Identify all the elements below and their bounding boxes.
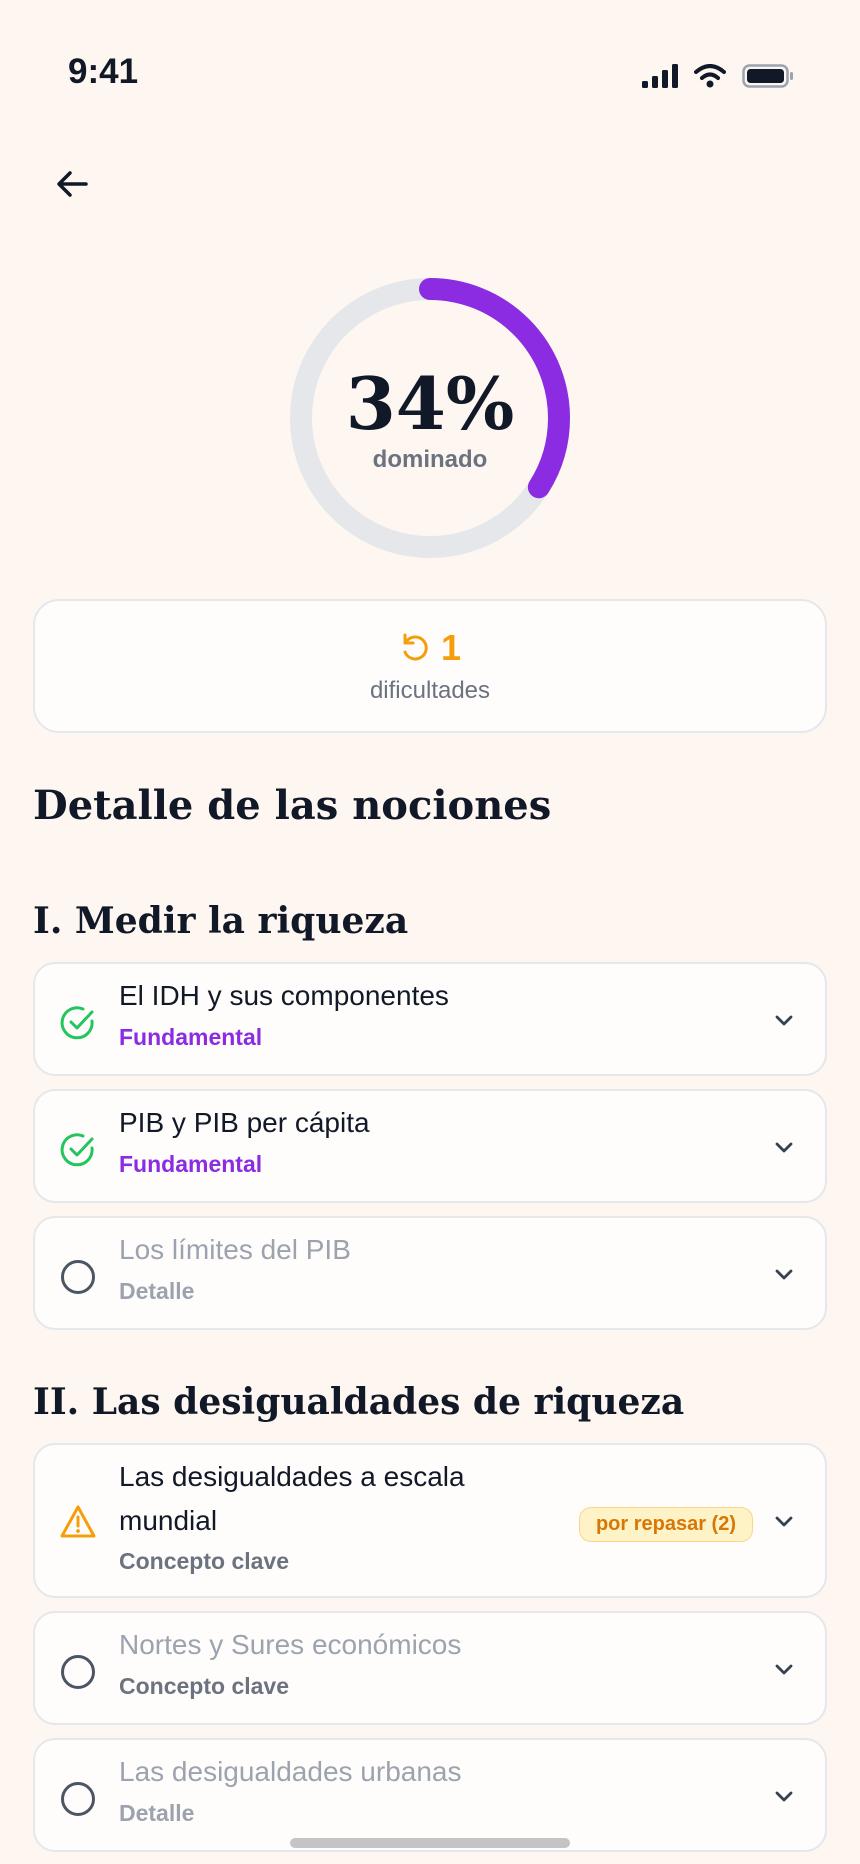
wifi-icon — [694, 64, 726, 88]
arrow-left-icon — [57, 171, 88, 197]
status-time: 9:41 — [68, 52, 139, 91]
status-bar: 9:41 — [0, 0, 860, 130]
signal-icon — [642, 64, 678, 88]
difficulties-card: 1 dificultades — [33, 599, 827, 733]
notion-item-desigualdades-urbanas[interactable]: Las desigualdades urbanas Detalle — [33, 1738, 827, 1852]
notion-tag: Concepto clave — [119, 1548, 289, 1574]
difficulties-label: dificultades — [369, 677, 491, 704]
notion-item-nortes-sures[interactable]: Nortes y Sures económicos Concepto clave — [33, 1611, 827, 1725]
notion-tag: Fundamental — [119, 1024, 263, 1050]
notion-title: PIB y PIB per cápita — [119, 1107, 370, 1138]
notion-item-limites-pib[interactable]: Los límites del PIB Detalle — [33, 1216, 827, 1330]
warning-triangle-icon — [60, 1505, 96, 1538]
chevron-down-icon[interactable] — [771, 1135, 797, 1161]
notion-item-pib[interactable]: PIB y PIB per cápita Fundamental — [33, 1089, 827, 1203]
section-title-1: I. Medir la riqueza — [33, 900, 409, 942]
back-button[interactable] — [44, 156, 100, 212]
status-icons — [642, 64, 794, 88]
retry-icon — [403, 633, 428, 661]
notion-tag: Detalle — [119, 1800, 195, 1826]
notion-title: Los límites del PIB — [119, 1234, 351, 1265]
empty-circle-icon — [61, 1260, 95, 1294]
mastery-label: dominado — [372, 446, 488, 473]
empty-circle-icon — [61, 1655, 95, 1689]
chevron-down-icon[interactable] — [771, 1657, 797, 1683]
mastery-progress-ring: 34% dominado — [290, 278, 570, 558]
notion-title-line2: mundial — [119, 1505, 218, 1536]
notion-title: Las desigualdades urbanas — [119, 1756, 462, 1787]
home-indicator[interactable] — [290, 1838, 570, 1848]
detail-heading: Detalle de las nociones — [33, 782, 552, 829]
mastery-percent: 34% — [345, 361, 515, 446]
chevron-down-icon[interactable] — [771, 1262, 797, 1288]
chevron-down-icon[interactable] — [771, 1008, 797, 1034]
notion-tag: Fundamental — [119, 1151, 263, 1177]
notion-title: El IDH y sus componentes — [119, 980, 449, 1011]
chevron-down-icon[interactable] — [771, 1509, 797, 1535]
review-badge: por repasar (2) — [578, 1507, 753, 1542]
check-circle-icon — [60, 1006, 94, 1040]
check-circle-icon — [60, 1133, 94, 1167]
notion-tag: Concepto clave — [119, 1673, 289, 1699]
notion-item-idh[interactable]: El IDH y sus componentes Fundamental — [33, 962, 827, 1076]
difficulties-count: 1 — [440, 627, 462, 668]
chevron-down-icon[interactable] — [771, 1784, 797, 1810]
notion-tag: Detalle — [119, 1278, 195, 1304]
notion-title-line1: Las desigualdades a escala — [119, 1461, 465, 1492]
notion-title: Nortes y Sures económicos — [119, 1629, 462, 1660]
section-title-2: II. Las desigualdades de riqueza — [33, 1381, 685, 1423]
notion-item-desigualdades-mundial[interactable]: Las desigualdades a escala mundial Conce… — [33, 1443, 827, 1598]
empty-circle-icon — [61, 1782, 95, 1816]
battery-icon — [742, 64, 793, 88]
